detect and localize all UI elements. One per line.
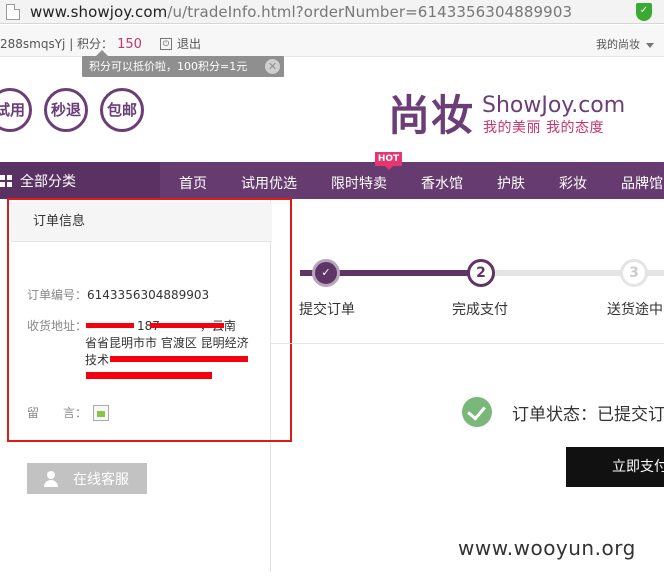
logo-english-domain: .com	[571, 93, 626, 118]
all-categories-label: 全部分类	[20, 173, 76, 190]
shield-check-icon[interactable]: ✓	[636, 3, 652, 21]
nav-item-flash-sale[interactable]: 限时特卖	[331, 173, 387, 193]
check-circle-icon	[462, 397, 492, 427]
grid-icon	[0, 174, 12, 187]
step-3-label: 送货途中	[607, 302, 663, 318]
chevron-down-icon	[646, 42, 654, 48]
order-number-value: 6143356304889903	[87, 288, 210, 302]
url-host: www.showjoy.com	[30, 2, 168, 21]
logo-english[interactable]: ShowJoy.com	[482, 93, 625, 118]
nav-item-skincare[interactable]: 护肤	[497, 173, 525, 193]
order-status-text: 订单状态：已提交订	[512, 404, 664, 425]
order-status: 订单状态：已提交订	[462, 397, 664, 427]
nav-item-trial[interactable]: 试用优选	[241, 173, 297, 193]
step-2-circle: 2	[467, 259, 495, 287]
my-account-label: 我的尚妆	[596, 38, 640, 51]
step-2-label: 完成支付	[452, 302, 508, 318]
exit-icon: ⏻	[160, 37, 172, 50]
browser-address-bar[interactable]: www.showjoy.com/u/tradeInfo.html?orderNu…	[0, 0, 664, 24]
url-path: /u/tradeInfo.html?orderNumber=6143356304…	[167, 2, 573, 21]
online-service-label: 在线客服	[73, 471, 129, 488]
step-1-label: 提交订单	[299, 302, 355, 318]
free-shipping-badge[interactable]: 包邮	[100, 88, 144, 132]
logo-chinese[interactable]: 尚妆	[388, 82, 474, 143]
broken-image-icon	[93, 404, 110, 421]
points-tooltip: 积分可以抵价啦，100积分=1元 ✕	[82, 50, 284, 77]
points-value: 150	[117, 37, 142, 52]
user-points-info: 288smqsYj | 积分： 150	[0, 35, 142, 52]
logout-label: 退出	[177, 37, 202, 51]
person-icon	[43, 470, 59, 487]
address-city: 省省昆明市市 官渡区 昆明经济	[85, 336, 249, 350]
username-label: 288smqsYj | 积分：	[0, 37, 114, 51]
logo-english-main: ShowJoy	[482, 93, 572, 118]
tooltip-text: 积分可以抵价啦，100积分=1元	[89, 60, 248, 73]
watermark: www.wooyun.org	[458, 536, 636, 560]
divider	[271, 343, 664, 344]
online-service-button[interactable]: 在线客服	[27, 463, 147, 494]
message-label: 留 言：	[27, 406, 88, 420]
address-label: 收货地址：	[27, 319, 88, 333]
all-categories-button[interactable]: 全部分类	[0, 162, 160, 199]
logout-link[interactable]: ⏻ 退出	[160, 35, 201, 52]
nav-item-perfume[interactable]: 香水馆	[421, 173, 463, 193]
order-number-row: 订单编号：6143356304889903	[27, 286, 209, 303]
my-account-menu[interactable]: 我的尚妆	[596, 36, 654, 52]
url-text[interactable]: www.showjoy.com/u/tradeInfo.html?orderNu…	[30, 3, 572, 21]
logo-slogan: 我的美丽 我的态度	[483, 120, 604, 136]
page-icon	[6, 3, 20, 20]
order-number-label: 订单编号：	[27, 288, 88, 302]
nav-item-makeup[interactable]: 彩妆	[559, 173, 587, 193]
message-row: 留 言：	[27, 404, 110, 421]
order-info-title: 订单信息	[11, 202, 272, 242]
redaction-mark	[150, 323, 224, 328]
nav-item-home[interactable]: 首页	[179, 173, 207, 193]
redaction-mark	[86, 372, 212, 379]
quick-refund-badge[interactable]: 秒退	[44, 88, 88, 132]
hot-badge: HOT	[375, 152, 402, 170]
pay-now-button[interactable]: 立即支付	[566, 447, 664, 487]
redaction-mark	[86, 323, 134, 328]
step-3-circle: 3	[620, 259, 648, 287]
trial-badge[interactable]: 试用	[0, 88, 32, 132]
main-nav: 全部分类 首页 试用优选 限时特卖 香水馆 护肤 彩妆 品牌馆	[0, 162, 664, 199]
close-icon[interactable]: ✕	[265, 59, 280, 74]
step-1-circle: ✓	[312, 259, 340, 287]
nav-item-brands[interactable]: 品牌馆	[621, 173, 663, 193]
redaction-mark	[110, 356, 248, 362]
